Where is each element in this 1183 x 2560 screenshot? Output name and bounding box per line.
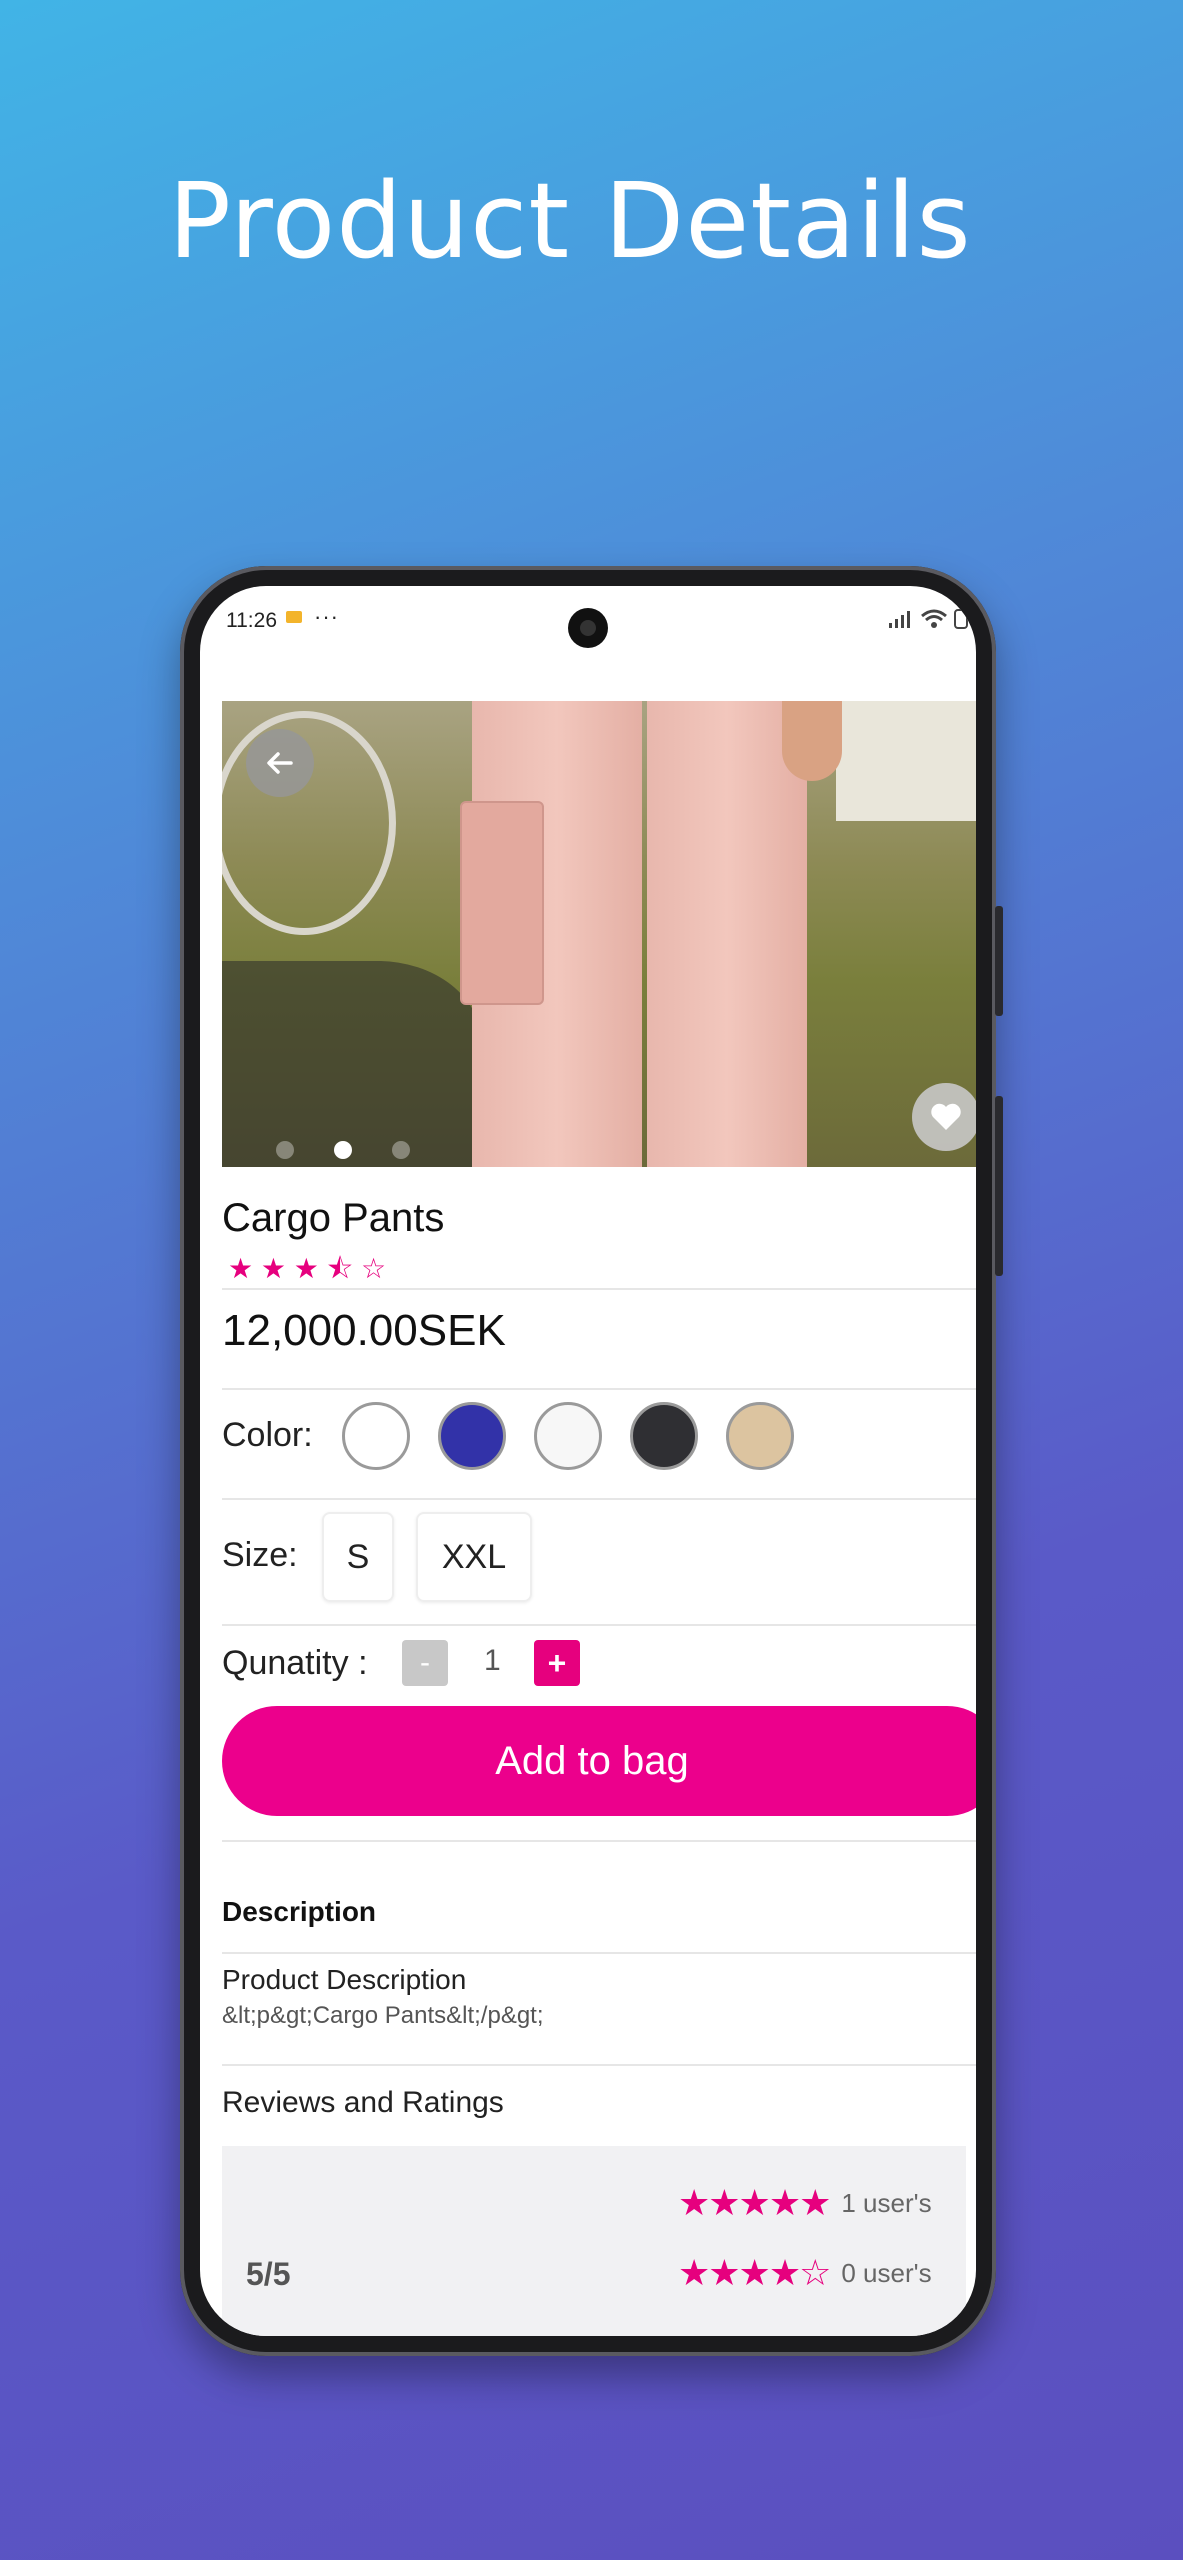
review-stars: ★★★★☆ (678, 2252, 831, 2293)
quantity-value: 1 (484, 1644, 501, 1677)
description-section-title: Description (222, 1896, 377, 1927)
review-stars: ★★★★★ (678, 2182, 831, 2223)
product-image-carousel[interactable] (222, 701, 976, 1167)
divider (222, 1952, 976, 1954)
signal-icon (889, 611, 910, 628)
reviews-section-title: Reviews and Ratings (222, 2086, 504, 2119)
phone-frame: 11:26 ··· Cargo Pants ★ ★ ★ ⯪ ☆ 12,000.0… (180, 566, 1003, 2356)
review-count: 0 user's (841, 2257, 932, 2288)
size-option-xxl[interactable]: XXL (416, 1512, 532, 1602)
product-description-text: &lt;p&gt;Cargo Pants&lt;/p&gt; (222, 2002, 544, 2029)
color-swatch-blue[interactable] (438, 1402, 506, 1470)
status-bar: 11:26 ··· (200, 586, 976, 656)
review-count: 1 user's (841, 2187, 932, 2218)
front-camera (568, 608, 608, 648)
review-row-5-stars[interactable]: ★★★★★ 1 user's (678, 2182, 932, 2224)
product-description-heading: Product Description (222, 1964, 467, 1995)
review-row-4-stars[interactable]: ★★★★☆ 0 user's (678, 2252, 932, 2294)
color-label: Color: (222, 1416, 313, 1454)
quantity-decrease-button[interactable]: - (402, 1640, 448, 1686)
carousel-indicator (276, 1141, 410, 1159)
divider (222, 1840, 976, 1842)
quantity-increase-button[interactable]: + (534, 1640, 580, 1686)
average-score: 5/5 (246, 2256, 291, 2292)
more-notifications-icon: ··· (314, 604, 339, 629)
size-option-s[interactable]: S (322, 1512, 394, 1602)
favorite-button[interactable] (912, 1083, 976, 1151)
color-swatch-black[interactable] (630, 1402, 698, 1470)
wifi-icon (921, 609, 947, 628)
product-title: Cargo Pants (222, 1196, 445, 1240)
size-label: Size: (222, 1536, 298, 1574)
add-to-bag-button[interactable]: Add to bag (222, 1706, 976, 1816)
carousel-dot-active[interactable] (334, 1141, 352, 1159)
divider (222, 1288, 976, 1290)
carousel-dot[interactable] (276, 1141, 294, 1159)
phone-screen: 11:26 ··· Cargo Pants ★ ★ ★ ⯪ ☆ 12,000.0… (200, 586, 976, 2336)
color-swatch-beige[interactable] (726, 1402, 794, 1470)
page-headline: Product Details (168, 160, 972, 282)
reviews-summary: 5/5 ★★★★★ 1 user's ★★★★☆ 0 user's (222, 2146, 966, 2336)
color-swatch-offwhite[interactable] (534, 1402, 602, 1470)
divider (222, 2064, 976, 2066)
battery-icon (954, 609, 968, 629)
color-swatch-white[interactable] (342, 1402, 410, 1470)
heart-icon (931, 1103, 961, 1130)
quantity-label: Qunatity : (222, 1644, 368, 1682)
cargo-pocket (460, 801, 544, 1005)
product-price: 12,000.00SEK (222, 1306, 506, 1355)
message-icon (286, 611, 302, 623)
divider (222, 1388, 976, 1390)
divider (222, 1498, 976, 1500)
divider (222, 1624, 976, 1626)
arrow-left-icon (267, 752, 293, 774)
product-image (460, 701, 807, 1167)
carousel-dot[interactable] (392, 1141, 410, 1159)
back-button[interactable] (246, 729, 314, 797)
status-time: 11:26 (226, 609, 277, 632)
